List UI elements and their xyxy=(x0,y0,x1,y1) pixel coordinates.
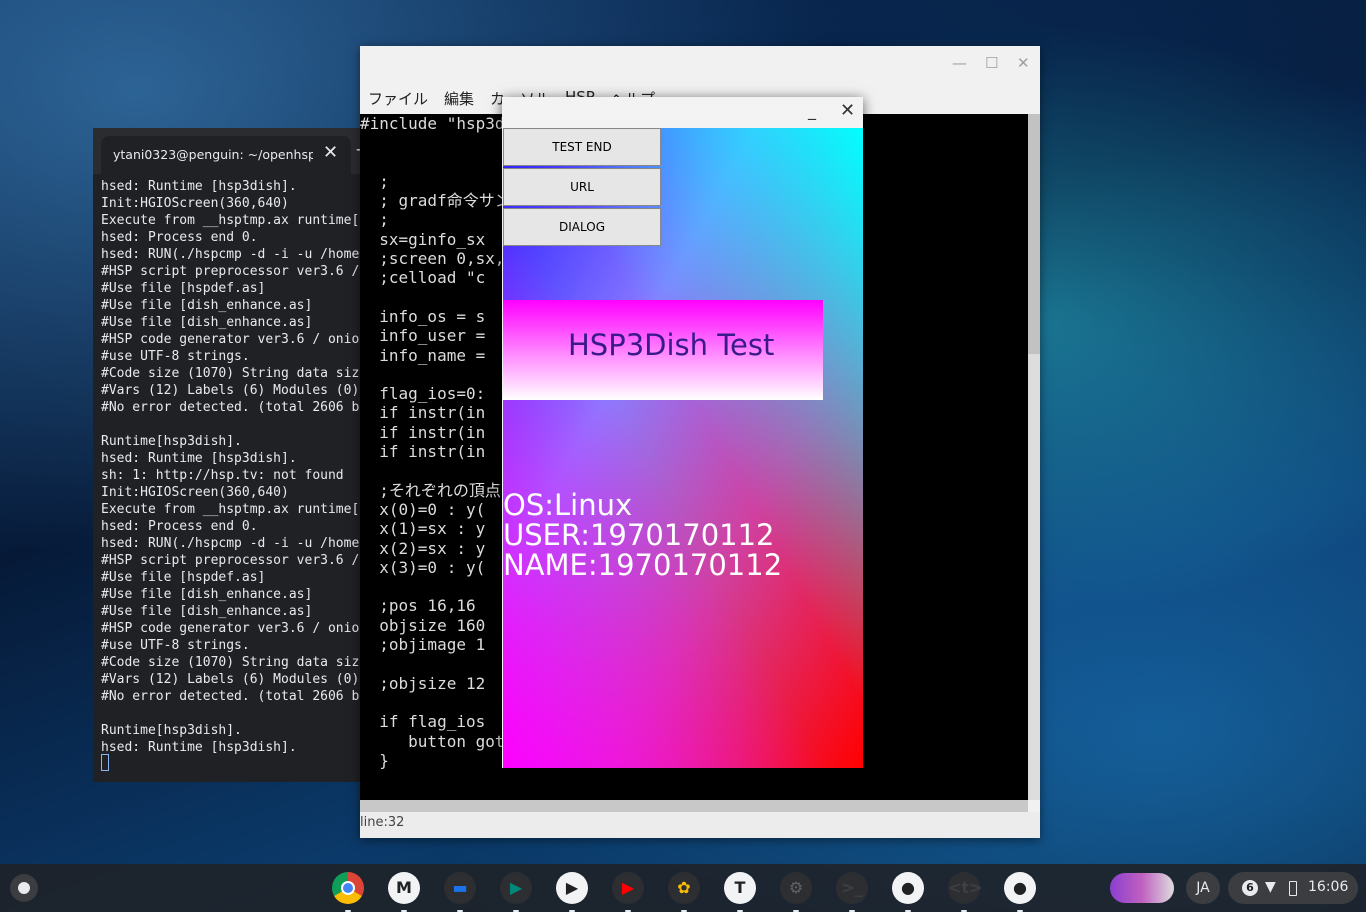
launcher-icon xyxy=(18,882,30,894)
terminal-line: #Use file [dish_enhance.as] xyxy=(101,604,313,619)
terminal-line: #HSP code generator ver3.6 / onion xyxy=(101,332,363,347)
terminal-line: Execute from __hsptmp.ax runtime[ xyxy=(101,213,360,228)
terminal-line: Init:HGIOScreen(360,640) xyxy=(101,196,289,211)
terminal-line: #Use file [dish_enhance.as] xyxy=(101,298,313,313)
terminal-line: #use UTF-8 strings. xyxy=(101,349,250,364)
minimize-icon[interactable]: — xyxy=(952,54,967,72)
system-info: OS:Linux USER:1970170112 NAME:1970170112 xyxy=(503,490,782,580)
wifi-icon: ▼ xyxy=(1265,879,1276,895)
launcher-button[interactable] xyxy=(10,874,38,902)
holding-space[interactable] xyxy=(1110,873,1174,903)
terminal-tabbar: ytani0323@penguin: ~/openhsp/Op ✕ + xyxy=(93,128,363,174)
terminal-line: hsed: Process end 0. xyxy=(101,230,258,245)
chrome-icon[interactable] xyxy=(332,872,364,912)
close-icon[interactable]: ✕ xyxy=(840,100,855,121)
terminal-line: hsed: Runtime [hsp3dish]. xyxy=(101,451,297,466)
line-indicator: line:32 xyxy=(360,815,405,830)
horizontal-scrollbar[interactable] xyxy=(360,800,1028,812)
files-icon[interactable]: ▬ xyxy=(444,872,476,912)
dialog-button[interactable]: DIALOG xyxy=(503,208,661,246)
terminal-line: #Code size (1070) String data size xyxy=(101,655,363,670)
os-info: OS:Linux xyxy=(503,488,633,522)
close-icon[interactable]: ✕ xyxy=(1017,54,1030,72)
scrollbar-thumb[interactable] xyxy=(1028,114,1040,354)
status-tray[interactable]: 6 ▼ 16:06 xyxy=(1228,872,1358,904)
terminal-icon[interactable]: >_ xyxy=(836,872,868,912)
status-bar: line:32 xyxy=(360,812,1040,838)
menu-file[interactable]: ファイル xyxy=(368,88,428,109)
vertical-scrollbar[interactable] xyxy=(1028,114,1040,800)
terminal-line: #Code size (1070) String data size xyxy=(101,366,363,381)
ime-indicator[interactable]: JA xyxy=(1186,872,1220,904)
terminal-tab[interactable]: ytani0323@penguin: ~/openhsp/Op ✕ xyxy=(101,136,351,174)
gmail-icon[interactable]: M xyxy=(388,872,420,912)
terminal-line: #Use file [hspdef.as] xyxy=(101,281,266,296)
play-store-icon[interactable]: ▶ xyxy=(556,872,588,912)
photos-icon[interactable]: ✿ xyxy=(668,872,700,912)
terminal-line: Init:HGIOScreen(360,640) xyxy=(101,485,289,500)
terminal-output: hsed: Runtime [hsp3dish]. Init:HGIOScreen… xyxy=(101,178,363,756)
clock: 16:06 xyxy=(1308,879,1349,895)
hsp3dish-window: _ ✕ TEST END URL DIALOG HSP3Dish Test OS… xyxy=(502,97,863,768)
terminal-line: #HSP script preprocessor ver3.6 / xyxy=(101,553,360,568)
terminal-tab-title: ytani0323@penguin: ~/openhsp/Op xyxy=(113,147,313,162)
battery-icon xyxy=(1289,881,1297,896)
close-icon[interactable]: ✕ xyxy=(323,142,338,163)
title-banner: HSP3Dish Test xyxy=(503,300,823,400)
terminal-line: #Use file [hspdef.as] xyxy=(101,570,266,585)
linux-app-2-icon[interactable]: ● xyxy=(1004,872,1036,912)
terminal-line: #HSP script preprocessor ver3.6 / xyxy=(101,264,360,279)
menu-edit[interactable]: 編集 xyxy=(444,88,474,109)
terminal-line: #No error detected. (total 2606 by xyxy=(101,400,363,415)
banner-text: HSP3Dish Test xyxy=(568,328,775,362)
code-editor-icon[interactable]: <t> xyxy=(948,872,982,912)
terminal-line: #HSP code generator ver3.6 / onion xyxy=(101,621,363,636)
hsp-titlebar[interactable]: _ ✕ xyxy=(502,97,863,128)
youtube-icon[interactable]: ▶ xyxy=(612,872,644,912)
terminal-line: hsed: Runtime [hsp3dish]. xyxy=(101,740,297,755)
text-icon[interactable]: T xyxy=(724,872,756,912)
url-button[interactable]: URL xyxy=(503,168,661,206)
notification-count: 6 xyxy=(1242,880,1258,896)
terminal-line: #Vars (12) Labels (6) Modules (0) xyxy=(101,383,360,398)
minimize-icon[interactable]: _ xyxy=(808,101,816,120)
terminal-line: #Use file [dish_enhance.as] xyxy=(101,587,313,602)
hsp-canvas: TEST END URL DIALOG HSP3Dish Test OS:Lin… xyxy=(503,128,863,768)
terminal-line: #Vars (12) Labels (6) Modules (0) xyxy=(101,672,360,687)
linux-app-icon[interactable]: ● xyxy=(892,872,924,912)
terminal-cursor[interactable] xyxy=(101,754,109,771)
maximize-icon[interactable]: ☐ xyxy=(985,54,998,72)
meet-icon[interactable]: ▶ xyxy=(500,872,532,912)
terminal-line: sh: 1: http://hsp.tv: not found xyxy=(101,468,344,483)
name-info: NAME:1970170112 xyxy=(503,548,783,582)
terminal-line: hsed: Process end 0. xyxy=(101,519,258,534)
terminal-window: ytani0323@penguin: ~/openhsp/Op ✕ + hsed… xyxy=(93,128,363,782)
terminal-line: hsed: RUN(./hspcmp -d -i -u /home xyxy=(101,247,360,262)
settings-icon[interactable]: ⚙ xyxy=(780,872,812,912)
terminal-line: Runtime[hsp3dish]. xyxy=(101,434,242,449)
terminal-line: #use UTF-8 strings. xyxy=(101,638,250,653)
shelf: M ▬ ▶ ▶ ▶ ✿ T ⚙ >_ ● <t> ● JA 6 ▼ 16:06 xyxy=(0,864,1366,912)
terminal-line: hsed: RUN(./hspcmp -d -i -u /home xyxy=(101,536,360,551)
user-info: USER:1970170112 xyxy=(503,518,775,552)
test-end-button[interactable]: TEST END xyxy=(503,128,661,166)
terminal-line: Execute from __hsptmp.ax runtime[ xyxy=(101,502,360,517)
terminal-line: hsed: Runtime [hsp3dish]. xyxy=(101,179,297,194)
terminal-line: Runtime[hsp3dish]. xyxy=(101,723,242,738)
terminal-line: #No error detected. (total 2606 by xyxy=(101,689,363,704)
terminal-line: #Use file [dish_enhance.as] xyxy=(101,315,313,330)
